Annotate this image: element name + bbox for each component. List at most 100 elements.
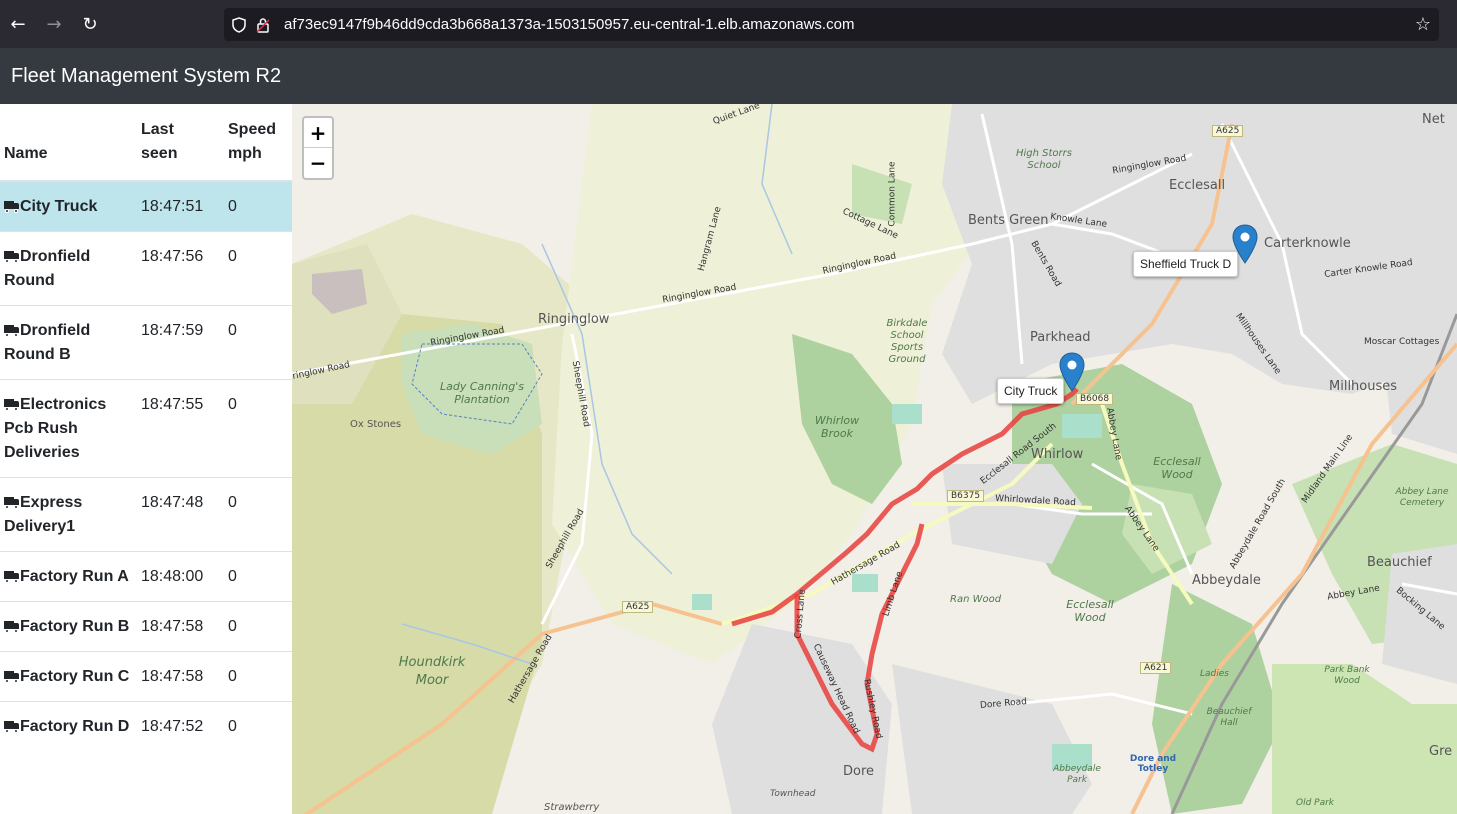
place-label: Millhouses (1329, 379, 1398, 394)
table-row[interactable]: Factory Run D 18:47:52 0 (0, 701, 292, 751)
header-speed-label: Speed (228, 121, 277, 138)
vehicle-name-cell[interactable]: Express Delivery1 (0, 477, 137, 552)
table-row[interactable]: Express Delivery1 18:47:48 0 (0, 477, 292, 552)
address-bar[interactable]: af73ec9147f9b46dd9cda3b668a1373a-1503150… (224, 8, 1439, 41)
header-name-label: Name (4, 145, 48, 162)
vehicle-list-panel: Name Last seen Speed mph City Truck 18:47:… (0, 104, 292, 814)
area-label: Park Bank Wood (1324, 665, 1370, 686)
vehicle-name-cell[interactable]: Dronfield Round (0, 231, 137, 306)
place-label: Abbeydale (1192, 573, 1261, 588)
truck-icon (4, 671, 20, 683)
last-seen-cell: 18:47:56 (137, 231, 224, 306)
road-label: Dore and Totley (1129, 754, 1177, 774)
place-label: Ecclesall (1169, 178, 1226, 193)
area-label: Ecclesall Wood (1153, 455, 1201, 481)
reload-icon[interactable]: ↻ (72, 6, 108, 42)
last-seen-cell: 18:47:48 (137, 477, 224, 552)
zoom-in-button[interactable]: + (304, 118, 332, 148)
vehicle-table: Name Last seen Speed mph City Truck 18:47:… (0, 104, 292, 751)
header-last-label: Last (141, 121, 174, 138)
vehicle-name: Factory Run C (20, 668, 130, 685)
table-row[interactable]: Electronics Pcb Rush Deliveries 18:47:55… (0, 379, 292, 478)
vehicle-name: Factory Run B (20, 618, 130, 635)
area-label: Houndkirk Moor (398, 655, 466, 688)
area-label: Beauchief Hall (1206, 707, 1252, 728)
truck-icon (4, 251, 20, 263)
table-row[interactable]: Factory Run C 18:47:58 0 (0, 651, 292, 702)
truck-icon (4, 721, 20, 733)
table-row[interactable]: Factory Run A 18:48:00 0 (0, 551, 292, 602)
place-label: Ox Stones (350, 419, 402, 430)
header-seen-label: seen (141, 145, 178, 162)
road-shield: A621 (1140, 662, 1172, 674)
truck-icon (4, 399, 20, 411)
area-label: Ecclesall Wood (1066, 598, 1114, 624)
truck-icon (4, 497, 20, 509)
vehicle-name-cell[interactable]: City Truck (0, 180, 137, 232)
area-label: Townhead (770, 789, 816, 799)
app-navbar: Fleet Management System R2 (0, 48, 1457, 104)
road-shield: B6068 (1076, 393, 1114, 405)
road-label: Common Lane (887, 161, 898, 227)
road-shield: B6375 (947, 490, 985, 502)
marker-tooltip: City Truck (997, 378, 1065, 404)
truck-icon (4, 201, 20, 213)
area-label: Birkdale School Sports Ground (886, 318, 928, 365)
header-mph-label: mph (228, 145, 262, 162)
speed-cell: 0 (224, 601, 292, 652)
table-row[interactable]: City Truck 18:47:51 0 (0, 180, 292, 232)
area-label: Abbeydale Park (1053, 764, 1101, 785)
app-title[interactable]: Fleet Management System R2 (11, 65, 281, 88)
speed-cell: 0 (224, 180, 292, 232)
table-row[interactable]: Dronfield Round B 18:47:59 0 (0, 305, 292, 380)
truck-icon (4, 621, 20, 633)
last-seen-cell: 18:47:51 (137, 180, 224, 232)
map-view[interactable]: Ecclesall Bents Green Carterknowle Parkh… (292, 104, 1457, 814)
forward-icon[interactable]: → (36, 6, 72, 42)
place-label: Gre (1429, 744, 1453, 759)
place-label: Ringinglow (538, 312, 610, 327)
vehicle-name: Factory Run A (20, 568, 129, 585)
truck-icon (4, 325, 20, 337)
table-row[interactable]: Dronfield Round 18:47:56 0 (0, 231, 292, 306)
zoom-out-button[interactable]: − (304, 148, 332, 178)
url-text[interactable]: af73ec9147f9b46dd9cda3b668a1373a-1503150… (284, 16, 854, 33)
column-header-last-seen[interactable]: Last seen (137, 104, 224, 182)
area-label: High Storrs School (1016, 148, 1072, 171)
vehicle-name-cell[interactable]: Factory Run C (0, 651, 137, 702)
place-label: Bents Green (968, 213, 1049, 228)
lock-icon[interactable] (252, 14, 274, 36)
place-label: Beauchief (1367, 555, 1432, 570)
area-label: Lady Canning's Plantation (440, 380, 524, 406)
shield-icon[interactable] (228, 14, 250, 36)
place-label: Parkhead (1030, 330, 1091, 345)
zoom-control: + − (302, 116, 334, 180)
speed-cell: 0 (224, 379, 292, 478)
column-header-speed[interactable]: Speed mph (224, 104, 292, 182)
place-label: Whirlow (1031, 447, 1084, 462)
area-label: Strawberry (544, 802, 600, 813)
bookmark-star-icon[interactable]: ☆ (1415, 14, 1431, 35)
browser-toolbar: ← → ↻ af73ec9147f9b46dd9cda3b668a1373a-1… (0, 0, 1457, 48)
vehicle-name-cell[interactable]: Factory Run D (0, 701, 137, 751)
area-label: Ran Wood (950, 594, 1002, 605)
area-label: Whirlow Brook (814, 414, 860, 440)
last-seen-cell: 18:47:52 (137, 701, 224, 751)
area-label: Ladies (1200, 669, 1229, 679)
area-label: Old Park (1296, 798, 1335, 808)
last-seen-cell: 18:47:58 (137, 651, 224, 702)
speed-cell: 0 (224, 477, 292, 552)
place-label: Carterknowle (1264, 236, 1351, 251)
last-seen-cell: 18:47:55 (137, 379, 224, 478)
vehicle-name-cell[interactable]: Electronics Pcb Rush Deliveries (0, 379, 137, 478)
speed-cell: 0 (224, 551, 292, 602)
vehicle-name-cell[interactable]: Dronfield Round B (0, 305, 137, 380)
speed-cell: 0 (224, 231, 292, 306)
vehicle-name-cell[interactable]: Factory Run A (0, 551, 137, 602)
vehicle-name-cell[interactable]: Factory Run B (0, 601, 137, 652)
back-icon[interactable]: ← (0, 6, 36, 42)
road-label: Moscar Cottages (1364, 337, 1440, 347)
road-shield: A625 (1212, 125, 1244, 137)
table-row[interactable]: Factory Run B 18:47:58 0 (0, 601, 292, 652)
column-header-name[interactable]: Name (0, 104, 137, 182)
